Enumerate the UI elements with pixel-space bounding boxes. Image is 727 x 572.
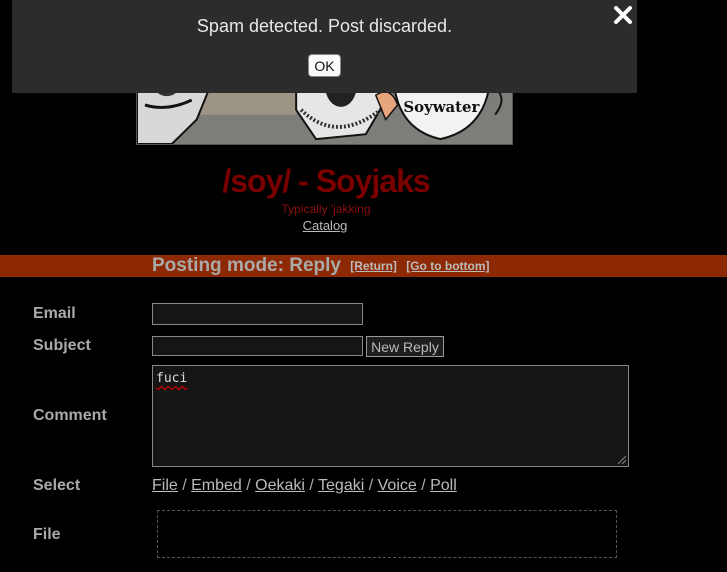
board-subtitle: Typically 'jakking [281, 202, 371, 216]
close-x-icon[interactable] [613, 5, 633, 25]
spam-alert-dialog: Spam detected. Post discarded. OK [12, 0, 637, 93]
select-oekaki-link[interactable]: Oekaki [255, 477, 305, 494]
board-title: /soy/ - Soyjaks [222, 163, 430, 199]
select-tegaki-link[interactable]: Tegaki [318, 477, 364, 494]
alert-message: Spam detected. Post discarded. [196, 16, 453, 36]
select-options: File / Embed / Oekaki / Tegaki / Voice /… [152, 477, 457, 495]
select-embed-link[interactable]: Embed [191, 477, 242, 494]
comment-label: Comment [33, 407, 107, 424]
select-voice-link[interactable]: Voice [378, 477, 417, 494]
resize-grip-icon[interactable] [616, 454, 626, 464]
catalog-link-row: Catalog [0, 218, 650, 233]
separator: / [246, 477, 256, 494]
catalog-link[interactable]: Catalog [303, 218, 348, 233]
separator: / [368, 477, 378, 494]
go-to-bottom-link[interactable]: [Go to bottom] [406, 259, 489, 273]
separator: / [421, 477, 431, 494]
select-file-link[interactable]: File [152, 477, 178, 494]
email-field[interactable] [152, 303, 363, 325]
return-link[interactable]: [Return] [350, 259, 397, 273]
subject-field[interactable] [152, 336, 363, 356]
separator: / [182, 477, 192, 494]
subject-label: Subject [33, 337, 91, 354]
comment-text: fuci [156, 371, 188, 386]
select-poll-link[interactable]: Poll [430, 477, 457, 494]
file-label: File [33, 526, 61, 543]
ok-button[interactable]: OK [308, 54, 341, 77]
posting-mode-header: Posting mode: Reply [Return] [Go to bott… [152, 255, 490, 277]
posting-mode-label: Posting mode: Reply [152, 255, 341, 276]
email-label: Email [33, 305, 76, 322]
separator: / [309, 477, 319, 494]
new-reply-button[interactable]: New Reply [366, 336, 444, 357]
banner-cup-text: Soywater [403, 99, 479, 116]
comment-textarea[interactable]: fuci [152, 365, 629, 467]
file-dropzone[interactable] [157, 510, 617, 558]
select-label: Select [33, 477, 81, 494]
